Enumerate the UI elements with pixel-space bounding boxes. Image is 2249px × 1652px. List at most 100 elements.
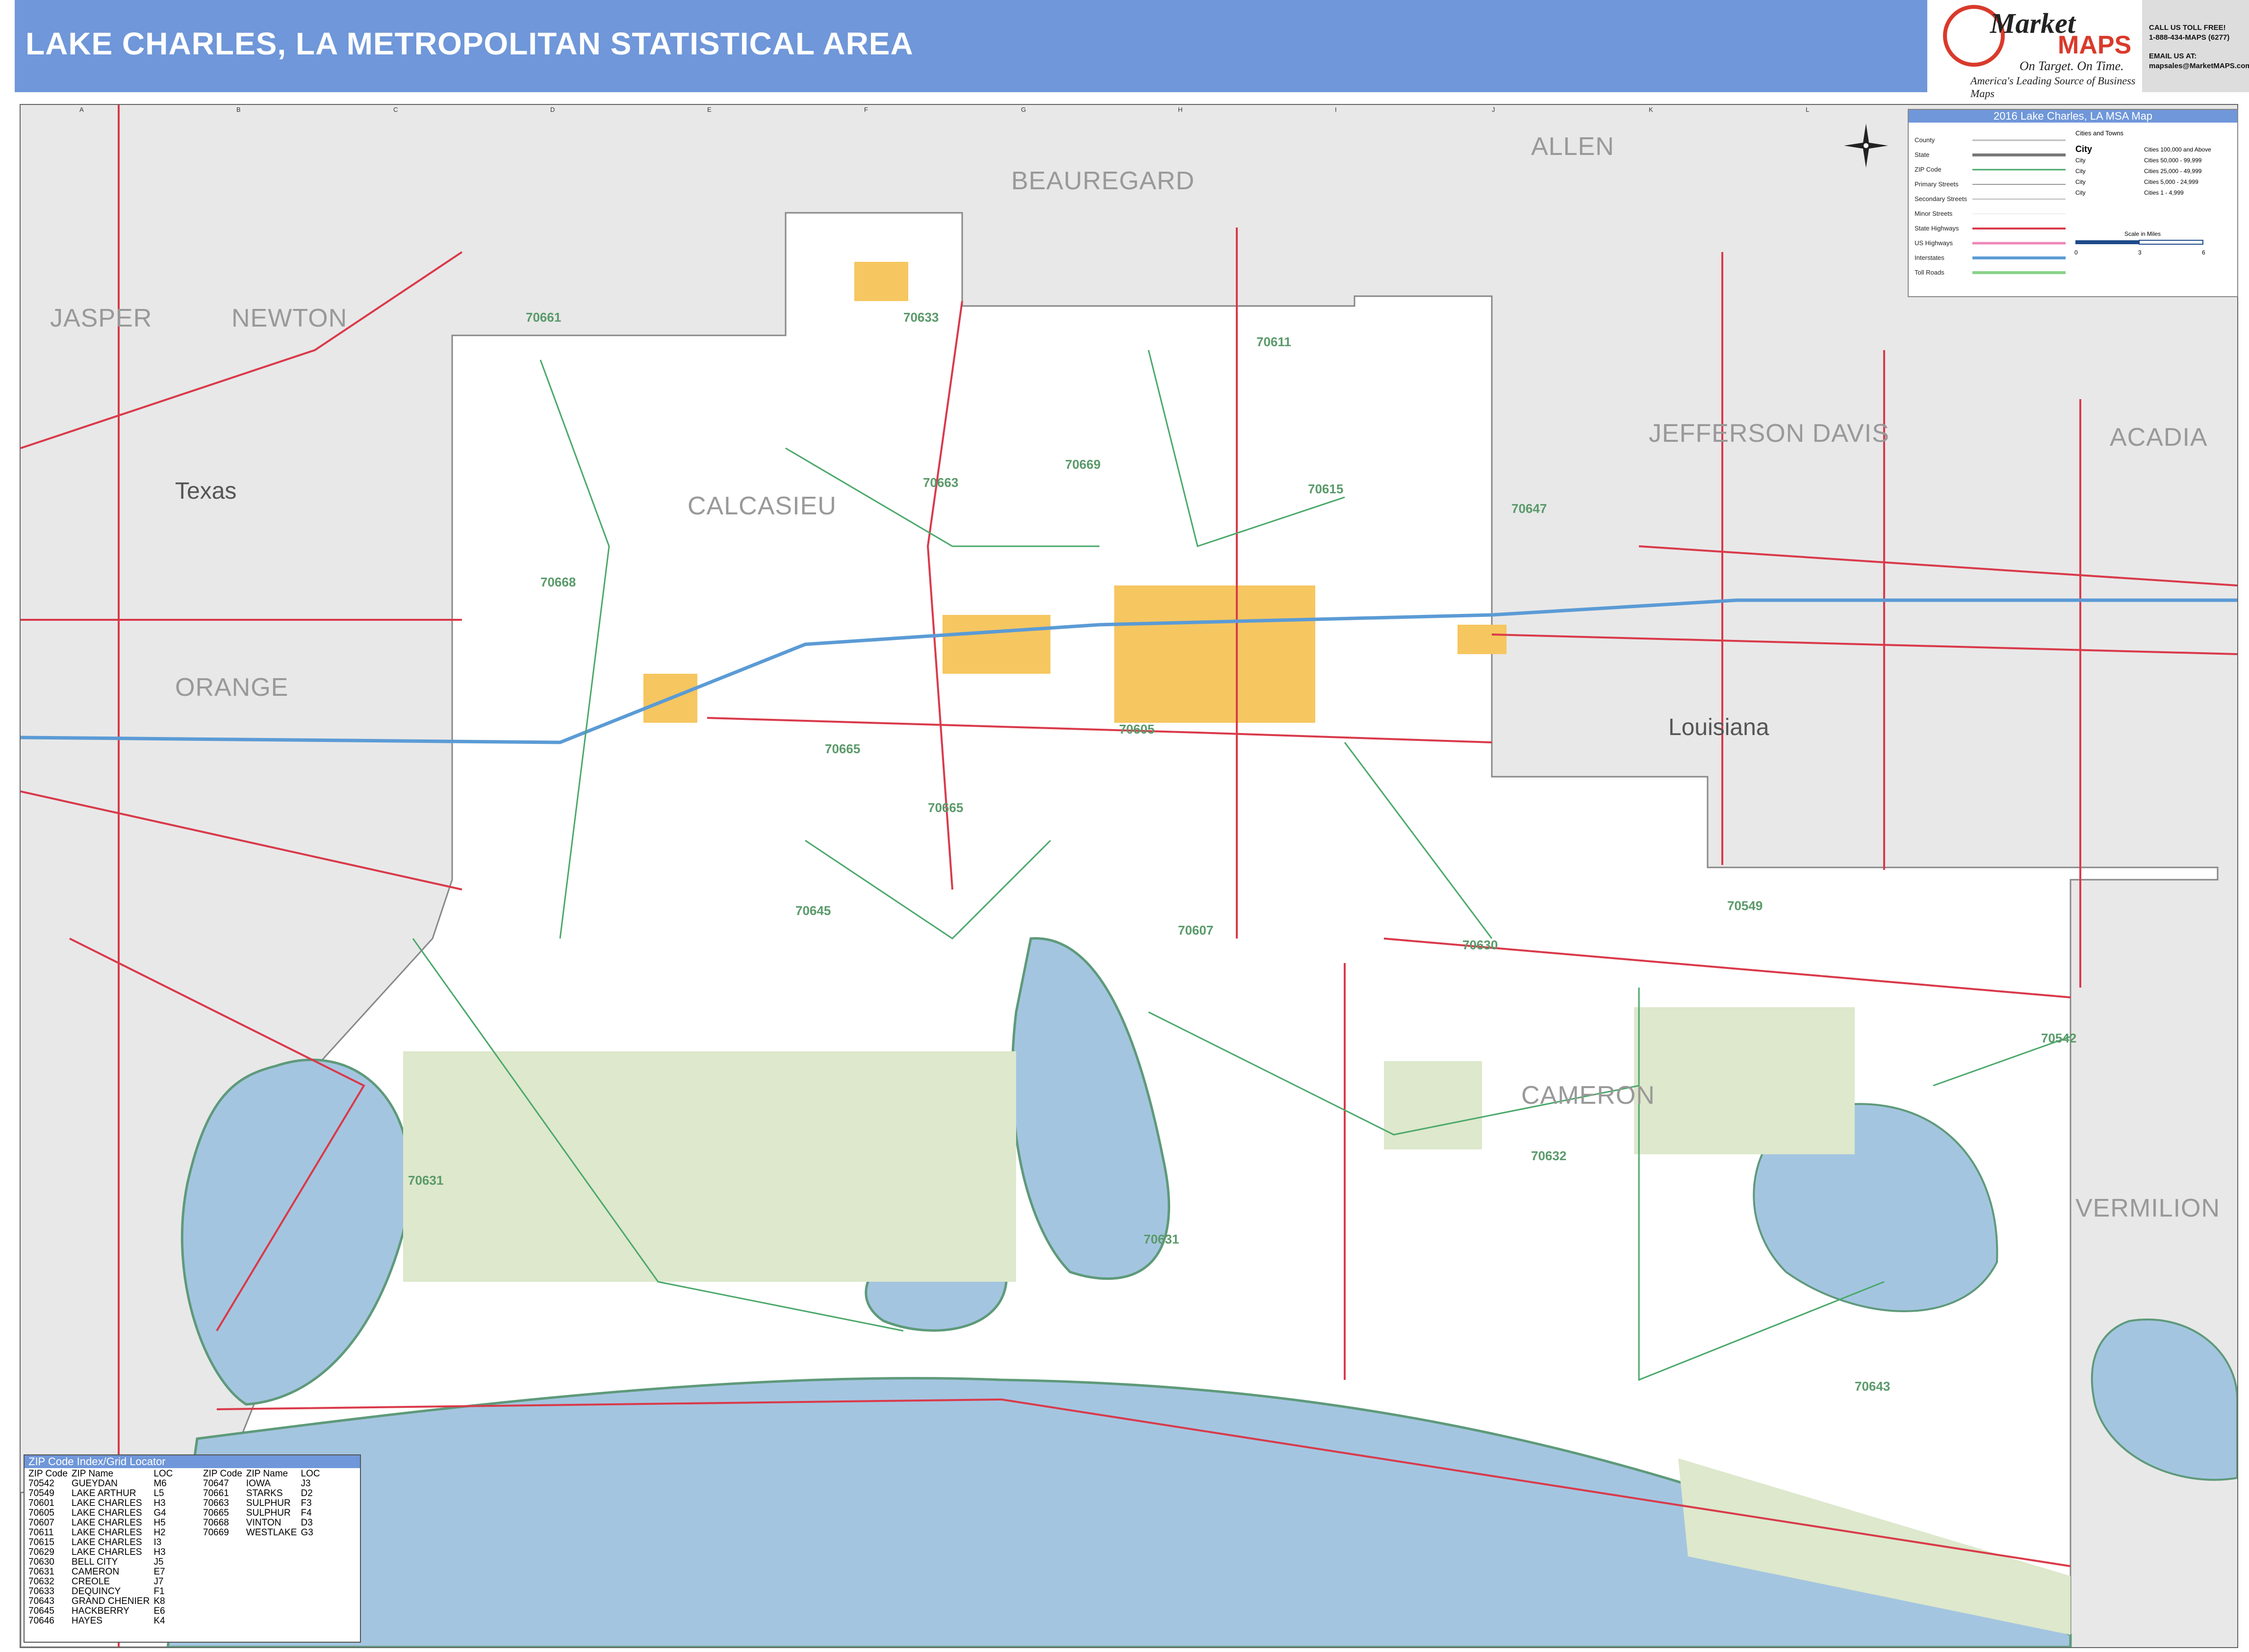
loc-cell: F3: [301, 1498, 312, 1508]
zip-cell: 70663: [203, 1498, 229, 1508]
table-row: 70645 HACKBERRY E6: [26, 1606, 175, 1616]
legend-item: Minor Streets: [1915, 210, 1953, 217]
contact-line: 1-888-434-MAPS (6277): [2149, 33, 2230, 42]
park-area: [1634, 1007, 1855, 1154]
table-row: 70669 WESTLAKE G3: [201, 1528, 322, 1538]
name-cell: BELL CITY: [71, 1557, 118, 1567]
state-label: Texas: [175, 478, 237, 504]
zip-cell: 70611: [28, 1527, 54, 1538]
city-area-lake-charles: [1114, 585, 1315, 723]
zip-locator: ZIP Code Index/Grid Locator ZIP Code ZIP…: [24, 1454, 361, 1643]
legend-scale-label: Scale in Miles: [2124, 230, 2161, 237]
grid-letter: K: [1649, 106, 1653, 113]
zip-cell: 70630: [28, 1557, 54, 1567]
name-cell: LAKE CHARLES: [71, 1537, 142, 1548]
zip-label: 70668: [540, 575, 576, 589]
contact-line: CALL US TOLL FREE!: [2149, 24, 2226, 32]
zip-label: 70663: [923, 475, 959, 490]
grid-letter: I: [1335, 106, 1337, 113]
loc-cell: K8: [153, 1596, 165, 1606]
zip-label: 70632: [1531, 1148, 1567, 1163]
loc-cell: K4: [153, 1616, 165, 1626]
table-row: 70615 LAKE CHARLES I3: [26, 1538, 175, 1548]
table-header-row: ZIP Code ZIP Name LOC: [26, 1469, 175, 1479]
grid-letter: D: [550, 106, 555, 113]
zip-cell: 70647: [203, 1478, 229, 1489]
grid-letter: G: [1021, 106, 1026, 113]
legend-city-label: City: [2075, 189, 2086, 196]
name-cell: LAKE CHARLES: [71, 1547, 142, 1557]
map-title: LAKE CHARLES, LA METROPOLITAN STATISTICA…: [26, 26, 914, 61]
table-row: 70631 CAMERON E7: [26, 1567, 175, 1577]
locator-title: ZIP Code Index/Grid Locator: [25, 1455, 360, 1468]
scale-tick: 6: [2202, 249, 2205, 256]
logo-brand-bottom: MAPS: [2058, 31, 2132, 59]
scale-tick: 3: [2138, 249, 2142, 256]
table-row: 70663 SULPHUR F3: [201, 1499, 322, 1508]
contact-line[interactable]: mapsales@MarketMAPS.com: [2149, 62, 2249, 70]
legend-item: Interstates: [1915, 254, 1944, 261]
zip-cell: 70646: [28, 1616, 54, 1626]
legend-city-label: City: [2075, 157, 2086, 164]
table-row: 70601 LAKE CHARLES H3: [26, 1499, 175, 1508]
locator-table-left: ZIP Code ZIP Name LOC 70542 GUEYDAN M6 705…: [26, 1469, 175, 1626]
county-label: CAMERON: [1521, 1081, 1655, 1110]
grid-letter: L: [1806, 106, 1810, 113]
table-row: 70633 DEQUINCY F1: [26, 1587, 175, 1597]
county-label: BEAUREGARD: [1011, 167, 1195, 195]
table-row: 70607 LAKE CHARLES H5: [26, 1518, 175, 1528]
contact-box: CALL US TOLL FREE! 1-888-434-MAPS (6277)…: [2142, 0, 2249, 92]
table-row: 70549 LAKE ARTHUR L5: [26, 1489, 175, 1499]
zip-label: 70605: [1119, 722, 1155, 737]
county-label: ALLEN: [1531, 132, 1614, 161]
legend-item: State Highways: [1915, 225, 1959, 232]
county-label: JEFFERSON DAVIS: [1649, 419, 1890, 448]
name-cell: SULPHUR: [246, 1508, 291, 1518]
name-cell: GRAND CHENIER: [71, 1596, 150, 1606]
loc-cell: E6: [153, 1606, 165, 1616]
legend-title: 2016 Lake Charles, LA MSA Map: [1909, 110, 2237, 123]
zip-label: 70615: [1308, 482, 1344, 496]
header-cell: LOC: [153, 1469, 173, 1479]
table-row: 70668 VINTON D3: [201, 1518, 322, 1528]
name-cell: HAYES: [71, 1616, 102, 1626]
city-area-iowa: [1457, 625, 1507, 654]
legend-swatches: [1972, 139, 2066, 274]
legend-item: Primary Streets: [1915, 180, 1959, 188]
loc-cell: D3: [301, 1518, 313, 1528]
zip-cell: 70607: [28, 1518, 54, 1528]
title-bar: LAKE CHARLES, LA METROPOLITAN STATISTICA…: [15, 0, 1927, 92]
legend-item: Secondary Streets: [1915, 195, 1967, 203]
zip-label: 70542: [2041, 1031, 2077, 1045]
zip-cell: 70645: [28, 1606, 54, 1616]
table-row: 70646 HAYES K4: [26, 1616, 175, 1626]
zip-cell: 70542: [28, 1478, 54, 1489]
grid-letter: J: [1492, 106, 1495, 113]
loc-cell: H3: [153, 1547, 166, 1557]
map-canvas[interactable]: A B C D E F G H I J K L JASPER NEWTON OR…: [20, 104, 2238, 1648]
zip-label: 70669: [1065, 457, 1101, 472]
grid-letter: C: [393, 106, 398, 113]
zip-cell: 70605: [28, 1508, 54, 1518]
county-label: JASPER: [50, 304, 153, 332]
legend-city-label: City: [2075, 178, 2086, 185]
name-cell: LAKE CHARLES: [71, 1498, 142, 1508]
zip-label: 70647: [1511, 501, 1547, 516]
park-area: [1384, 1061, 1482, 1149]
table-row: 70647 IOWA J3: [201, 1479, 322, 1489]
legend-city-range: Cities 100,000 and Above: [2144, 146, 2211, 153]
name-cell: LAKE ARTHUR: [71, 1488, 136, 1499]
legend-city-range: Cities 25,000 - 49,999: [2144, 168, 2202, 175]
zip-label: 70630: [1462, 938, 1498, 952]
legend-city-range: Cities 5,000 - 24,999: [2144, 178, 2198, 185]
zip-label: 70631: [1144, 1232, 1179, 1246]
grid-letter: H: [1178, 106, 1183, 113]
loc-cell: F1: [153, 1586, 165, 1597]
header-cell: ZIP Name: [71, 1469, 114, 1479]
table-row: 70661 STARKS D2: [201, 1489, 322, 1499]
name-cell: CAMERON: [71, 1567, 120, 1577]
legend-item: State: [1915, 151, 1930, 158]
scale-tick: 0: [2074, 249, 2078, 256]
zip-cell: 70665: [203, 1508, 229, 1518]
locator-table-right: ZIP Code ZIP Name LOC 70647 IOWA J3 70661 S…: [201, 1469, 322, 1538]
